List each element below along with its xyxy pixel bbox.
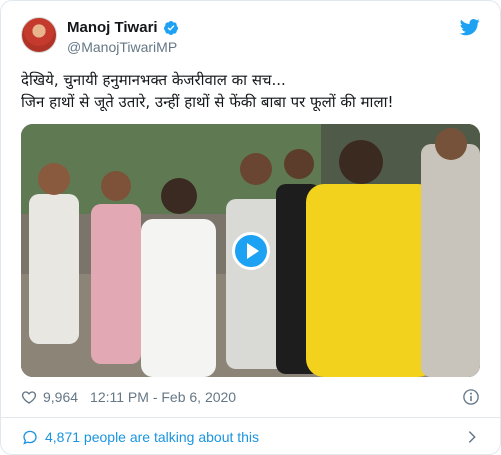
divider — [1, 417, 500, 418]
tweet-text-line-2: जिन हाथों से जूते उतारे, उन्हीं हाथों से… — [21, 93, 394, 111]
play-button[interactable] — [232, 232, 270, 270]
author-display-name[interactable]: Manoj Tiwari — [67, 19, 158, 36]
tweet-card: Manoj Tiwari @ManojTiwariMP देखिये, चुना… — [0, 0, 501, 455]
author-name-row[interactable]: Manoj Tiwari — [67, 19, 179, 36]
tweet-timestamp[interactable]: 12:11 PM - Feb 6, 2020 — [90, 389, 236, 405]
conversation-link[interactable]: 4,871 people are talking about this — [21, 427, 480, 447]
comment-icon — [23, 430, 37, 445]
tweet-header: Manoj Tiwari @ManojTiwariMP — [21, 17, 480, 61]
author-handle[interactable]: @ManojTiwariMP — [67, 39, 177, 55]
chevron-right-icon[interactable] — [464, 429, 480, 445]
video-player[interactable] — [21, 124, 480, 377]
tweet-footer: 9,964 12:11 PM - Feb 6, 2020 — [21, 387, 480, 407]
play-icon — [247, 243, 259, 259]
conversation-count-text[interactable]: 4,871 people are talking about this — [45, 429, 259, 445]
verified-badge-icon — [163, 20, 178, 35]
heart-icon[interactable] — [21, 389, 37, 405]
info-icon[interactable] — [462, 388, 480, 406]
like-count[interactable]: 9,964 — [43, 389, 78, 405]
twitter-bird-icon[interactable] — [460, 17, 480, 37]
tweet-text: देखिये, चुनायी हनुमानभक्त केजरीवाल का सच… — [21, 69, 481, 113]
avatar[interactable] — [21, 17, 57, 53]
tweet-text-line-1: देखिये, चुनायी हनुमानभक्त केजरीवाल का सच… — [21, 71, 286, 89]
